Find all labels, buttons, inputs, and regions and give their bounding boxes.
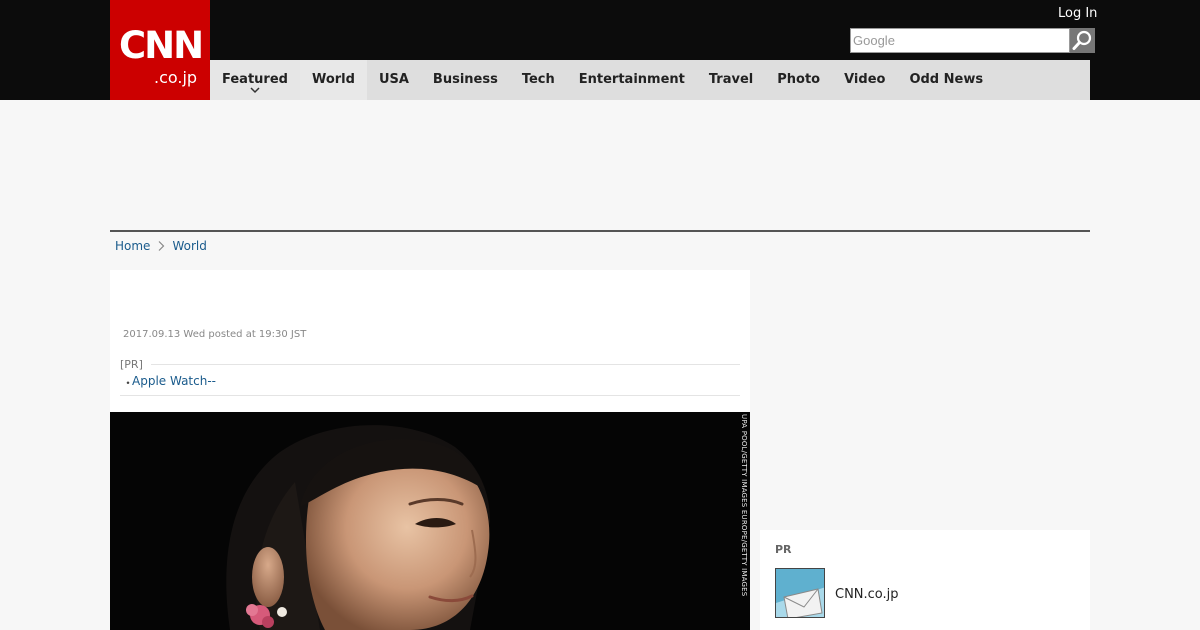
nav-item-label: Featured <box>222 72 288 87</box>
article-timestamp: 2017.09.13 Wed posted at 19:30 JST <box>123 329 307 340</box>
logo-wordmark: CNN <box>119 24 204 67</box>
main-nav: Featured World USA Business Tech Enterta… <box>210 60 1090 100</box>
pr-divider <box>120 364 740 365</box>
nav-item-label: USA <box>378 72 409 87</box>
sidebar-pr-link[interactable]: CNN.co.jp <box>835 587 899 602</box>
pr-thumbnail[interactable] <box>775 568 825 618</box>
search-button[interactable] <box>1070 28 1095 53</box>
nav-item-label: Video <box>844 72 886 87</box>
search-input[interactable] <box>850 28 1070 53</box>
chevron-right-icon <box>159 241 165 251</box>
nav-item-label: Travel <box>708 72 754 87</box>
article-photo: UPA POOL/GETTY IMAGES EUROPE/GETTY IMAGE… <box>110 412 750 630</box>
sidebar-pr-card: PR CNN.co.jp <box>760 530 1090 630</box>
pr-link[interactable]: Apple Watch-- <box>132 374 216 388</box>
photo-credit: UPA POOL/GETTY IMAGES EUROPE/GETTY IMAGE… <box>740 414 748 596</box>
logo-domain: .co.jp <box>154 68 198 87</box>
nav-item-odd-news[interactable]: Odd News <box>897 60 995 100</box>
portrait-image <box>110 412 750 630</box>
sidebar-pr-label: PR <box>775 543 792 556</box>
search-icon <box>1072 30 1092 50</box>
mail-icon <box>776 569 824 617</box>
chevron-down-icon <box>250 87 260 94</box>
breadcrumb-world[interactable]: World <box>172 239 206 253</box>
pr-box: [PR] ・ Apple Watch-- <box>120 356 740 396</box>
nav-item-featured[interactable]: Featured <box>210 60 300 100</box>
nav-item-travel[interactable]: Travel <box>697 60 765 100</box>
ad-divider <box>110 230 1090 232</box>
nav-item-video[interactable]: Video <box>832 60 897 100</box>
article-card: 2017.09.13 Wed posted at 19:30 JST [PR] … <box>110 270 750 630</box>
nav-item-label: World <box>311 72 355 87</box>
login-link[interactable]: Log In <box>1058 6 1097 21</box>
nav-item-label: Entertainment <box>578 72 685 87</box>
nav-item-label: Odd News <box>909 72 984 87</box>
cnn-logo[interactable]: CNN .co.jp <box>110 0 210 100</box>
nav-item-entertainment[interactable]: Entertainment <box>567 60 697 100</box>
nav-item-tech[interactable]: Tech <box>510 60 567 100</box>
pr-label: [PR] <box>120 358 151 371</box>
nav-item-label: Tech <box>521 72 555 87</box>
breadcrumb-home[interactable]: Home <box>115 239 150 253</box>
nav-item-business[interactable]: Business <box>421 60 510 100</box>
nav-item-label: Business <box>432 72 498 87</box>
nav-item-label: Photo <box>777 72 821 87</box>
nav-item-world[interactable]: World <box>299 60 367 100</box>
nav-item-photo[interactable]: Photo <box>765 60 832 100</box>
nav-item-usa[interactable]: USA <box>367 60 421 100</box>
breadcrumb: Home World <box>115 238 207 254</box>
